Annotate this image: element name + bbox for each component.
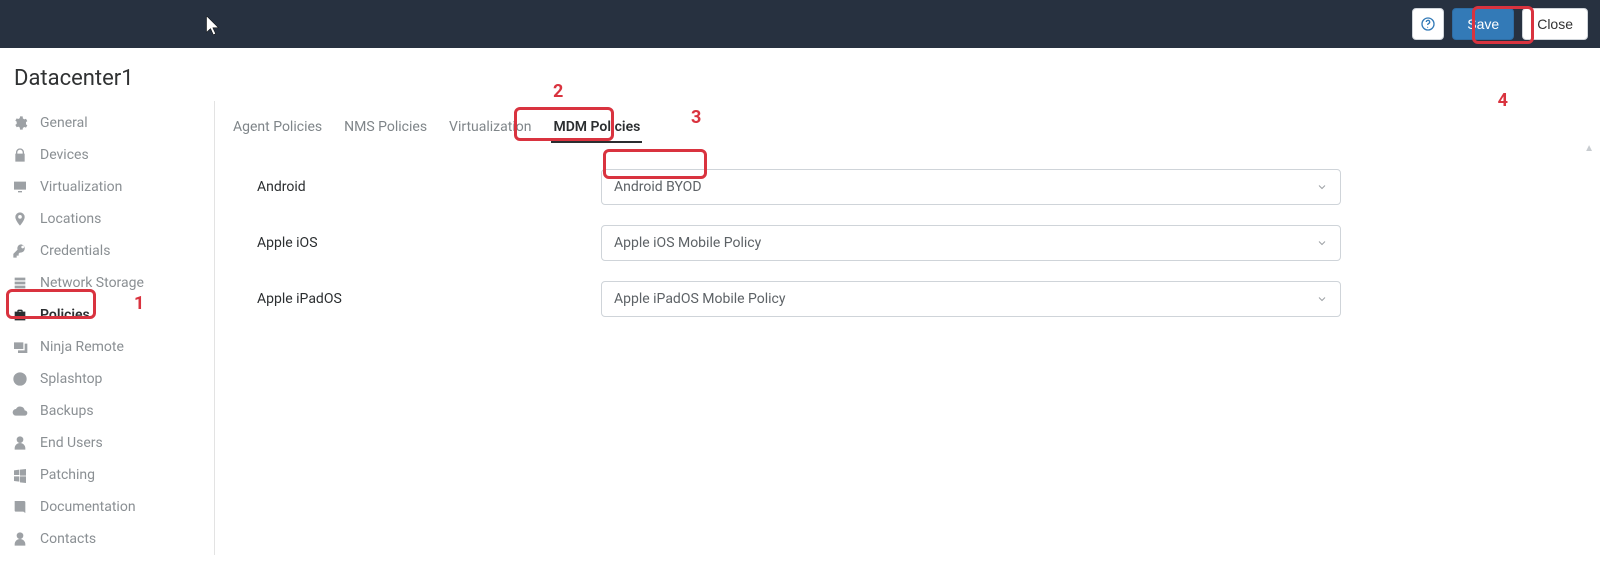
sidebar-item-label: Devices (40, 147, 89, 163)
callout-num-1: 1 (134, 293, 144, 314)
sidebar-item-label: General (40, 115, 88, 131)
close-button[interactable]: Close (1522, 8, 1588, 40)
content-area: Agent Policies NMS Policies Virtualizati… (215, 101, 1600, 555)
scroll-hint-icon: ▲ (1584, 143, 1594, 154)
help-icon (1420, 16, 1436, 32)
sidebar-item-label: Ninja Remote (40, 339, 124, 355)
sidebar-item-general[interactable]: General (0, 107, 214, 139)
row-android: Android Android BYOD (231, 169, 1578, 205)
person-icon (12, 435, 28, 451)
sidebar-item-label: End Users (40, 435, 103, 451)
key-icon (12, 243, 28, 259)
storage-icon (12, 275, 28, 291)
chevron-down-icon (1316, 293, 1328, 305)
callout-num-3: 3 (691, 107, 701, 128)
windows-icon (12, 467, 28, 483)
sidebar-item-network-storage[interactable]: Network Storage (0, 267, 214, 299)
cursor-annotation (206, 16, 222, 36)
sidebar-item-label: Patching (40, 467, 95, 483)
help-button[interactable] (1412, 8, 1444, 40)
sidebar-item-label: Locations (40, 211, 101, 227)
sidebar-item-ninja-remote[interactable]: Ninja Remote (0, 331, 214, 363)
tab-nms-policies[interactable]: NMS Policies (342, 113, 429, 143)
save-button[interactable]: Save (1452, 8, 1514, 40)
form-area: Android Android BYOD Apple iOS Apple iOS… (231, 151, 1578, 317)
sidebar-item-patching[interactable]: Patching (0, 459, 214, 491)
select-value: Apple iOS Mobile Policy (614, 235, 761, 251)
cloud-icon (12, 403, 28, 419)
select-value: Apple iPadOS Mobile Policy (614, 291, 786, 307)
row-label-ios: Apple iOS (231, 235, 601, 251)
sidebar-item-label: Network Storage (40, 275, 144, 291)
chevron-down-icon (1316, 237, 1328, 249)
chevron-down-icon (1316, 181, 1328, 193)
sidebar-item-backups[interactable]: Backups (0, 395, 214, 427)
sidebar-item-label: Virtualization (40, 179, 122, 195)
person-icon (12, 531, 28, 547)
callout-num-4: 4 (1498, 90, 1508, 111)
sidebar-item-label: Contacts (40, 531, 96, 547)
pin-icon (12, 211, 28, 227)
tabs: Agent Policies NMS Policies Virtualizati… (231, 109, 1578, 151)
sidebar-item-devices[interactable]: Devices (0, 139, 214, 171)
sidebar-item-label: Credentials (40, 243, 110, 259)
tab-agent-policies[interactable]: Agent Policies (231, 113, 324, 143)
book-icon (12, 499, 28, 515)
sidebar-item-label: Policies (40, 307, 90, 323)
sidebar-item-credentials[interactable]: Credentials (0, 235, 214, 267)
sidebar-item-virtualization[interactable]: Virtualization (0, 171, 214, 203)
sidebar: General Devices Virtualization Locations… (0, 101, 215, 555)
row-label-ipados: Apple iPadOS (231, 291, 601, 307)
sidebar-item-end-users[interactable]: End Users (0, 427, 214, 459)
briefcase-icon (12, 307, 28, 323)
globe-icon (12, 371, 28, 387)
sidebar-item-contacts[interactable]: Contacts (0, 523, 214, 555)
select-apple-ios[interactable]: Apple iOS Mobile Policy (601, 225, 1341, 261)
row-apple-ipados: Apple iPadOS Apple iPadOS Mobile Policy (231, 281, 1578, 317)
sidebar-item-locations[interactable]: Locations (0, 203, 214, 235)
row-label-android: Android (231, 179, 601, 195)
select-android[interactable]: Android BYOD (601, 169, 1341, 205)
select-value: Android BYOD (614, 179, 702, 195)
gear-icon (12, 115, 28, 131)
monitor-icon (12, 179, 28, 195)
sidebar-item-documentation[interactable]: Documentation (0, 491, 214, 523)
tab-virtualization[interactable]: Virtualization (447, 113, 533, 143)
sidebar-item-label: Documentation (40, 499, 136, 515)
tab-mdm-policies[interactable]: MDM Policies (551, 113, 642, 143)
sidebar-item-policies[interactable]: Policies (0, 299, 214, 331)
row-apple-ios: Apple iOS Apple iOS Mobile Policy (231, 225, 1578, 261)
remote-icon (12, 339, 28, 355)
lock-icon (12, 147, 28, 163)
sidebar-item-label: Splashtop (40, 371, 102, 387)
topbar: Save Close (0, 0, 1600, 48)
sidebar-item-label: Backups (40, 403, 94, 419)
callout-num-2: 2 (553, 81, 563, 102)
sidebar-item-splashtop[interactable]: Splashtop (0, 363, 214, 395)
page-title: Datacenter1 (0, 48, 1600, 101)
select-apple-ipados[interactable]: Apple iPadOS Mobile Policy (601, 281, 1341, 317)
